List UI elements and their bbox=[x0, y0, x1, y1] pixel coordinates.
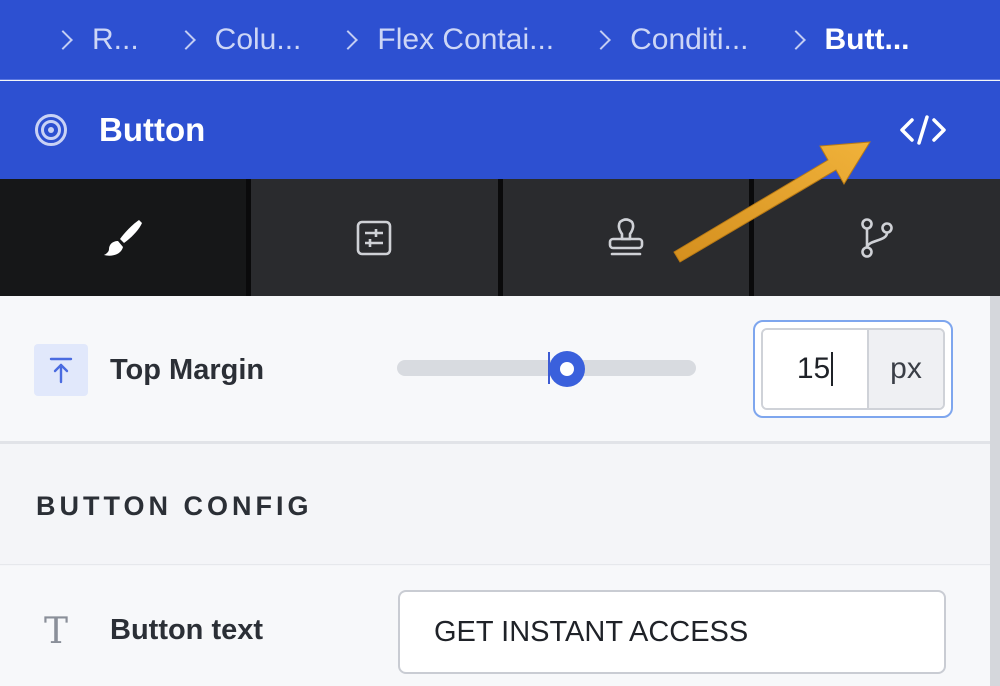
top-margin-slider-track[interactable] bbox=[397, 360, 696, 376]
scrollbar[interactable] bbox=[990, 296, 1000, 686]
top-margin-label: Top Margin bbox=[110, 354, 265, 386]
section-title: BUTTON CONFIG bbox=[36, 491, 313, 521]
top-margin-row: Top Margin 15 px bbox=[0, 296, 990, 444]
button-text-input[interactable] bbox=[398, 590, 946, 674]
stamp-icon bbox=[608, 217, 643, 255]
page-title: Button bbox=[99, 111, 206, 148]
top-margin-input-group: 15 px bbox=[753, 320, 953, 418]
button-text-label: Button text bbox=[110, 614, 264, 646]
settings-panel: Top Margin 15 px BUTTON CONFIG T Button … bbox=[0, 296, 990, 686]
top-margin-input[interactable]: 15 bbox=[763, 330, 867, 408]
tab-settings[interactable] bbox=[246, 179, 498, 296]
top-margin-value: 15 bbox=[796, 352, 831, 385]
code-view-button[interactable] bbox=[896, 109, 950, 151]
git-branch-icon bbox=[861, 217, 893, 258]
top-margin-slider-handle[interactable] bbox=[549, 351, 585, 387]
panel-tabs bbox=[0, 179, 1000, 296]
breadcrumb-item-3[interactable]: Flex Contai... bbox=[338, 23, 594, 57]
sliders-icon bbox=[357, 220, 392, 255]
text-caret bbox=[831, 352, 834, 386]
breadcrumb-item-current: Butt... bbox=[785, 23, 910, 57]
button-text-row: T Button text bbox=[0, 566, 990, 686]
tab-logic[interactable] bbox=[748, 179, 1000, 296]
target-icon bbox=[35, 114, 67, 146]
chevron-right-icon bbox=[338, 29, 359, 50]
paintbrush-icon bbox=[104, 219, 143, 256]
section-header: BUTTON CONFIG bbox=[0, 447, 990, 565]
breadcrumb-item-1[interactable]: R... bbox=[53, 23, 179, 57]
panel-header: Button bbox=[0, 81, 1000, 179]
unit-selector[interactable]: px bbox=[867, 330, 943, 408]
chevron-right-icon bbox=[53, 29, 73, 50]
tab-effects[interactable] bbox=[497, 179, 749, 296]
tab-style[interactable] bbox=[0, 179, 247, 296]
align-top-icon bbox=[34, 344, 88, 396]
slider-handle-dot bbox=[560, 362, 574, 376]
code-icon bbox=[900, 115, 946, 145]
chevron-right-icon bbox=[785, 29, 806, 50]
top-margin-input-frame: 15 px bbox=[761, 328, 945, 410]
breadcrumb-item-4[interactable]: Conditi... bbox=[591, 23, 788, 57]
text-icon: T bbox=[44, 611, 69, 652]
chevron-right-icon bbox=[591, 29, 612, 50]
breadcrumb: R... Colu... Flex Contai... Conditi... B… bbox=[0, 0, 1000, 80]
breadcrumb-item-2[interactable]: Colu... bbox=[175, 23, 342, 57]
chevron-right-icon bbox=[175, 29, 196, 50]
